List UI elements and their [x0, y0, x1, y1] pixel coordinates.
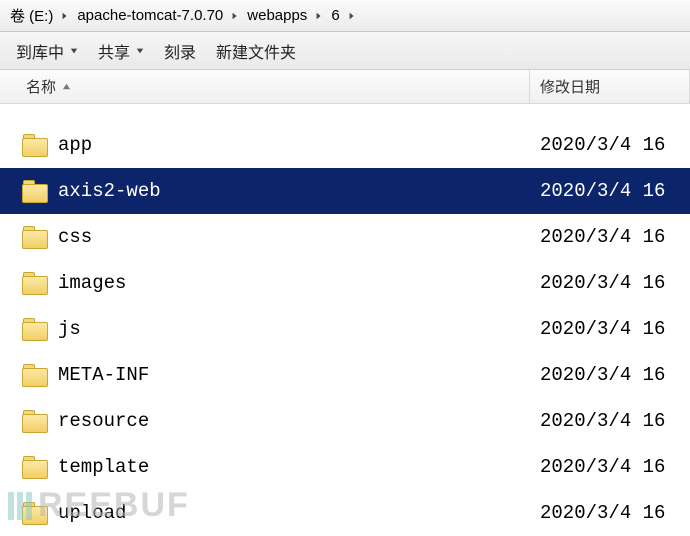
folder-icon	[22, 180, 48, 202]
file-row[interactable]: template 2020/3/4 16	[0, 444, 690, 490]
file-name-cell: css	[0, 226, 530, 248]
chevron-down-icon	[136, 42, 144, 60]
file-name: META-INF	[58, 364, 149, 386]
file-name-cell: upload	[0, 502, 530, 524]
file-name: resource	[58, 410, 149, 432]
folder-icon	[22, 318, 48, 340]
file-name: template	[58, 456, 149, 478]
column-header-name[interactable]: 名称	[0, 70, 530, 103]
folder-icon	[22, 410, 48, 432]
chevron-right-icon[interactable]	[227, 12, 243, 20]
column-label: 名称	[26, 76, 56, 97]
file-date-cell: 2020/3/4 16	[530, 134, 690, 156]
folder-icon	[22, 364, 48, 386]
file-name: upload	[58, 502, 126, 524]
file-date-cell: 2020/3/4 16	[530, 364, 690, 386]
file-name: axis2-web	[58, 180, 161, 202]
toolbar-label: 到库中	[16, 39, 64, 63]
file-row[interactable]: images 2020/3/4 16	[0, 260, 690, 306]
file-row[interactable]: resource 2020/3/4 16	[0, 398, 690, 444]
file-name-cell: axis2-web	[0, 180, 530, 202]
folder-icon	[22, 456, 48, 478]
file-date-cell: 2020/3/4 16	[530, 226, 690, 248]
file-name-cell: template	[0, 456, 530, 478]
folder-icon	[22, 272, 48, 294]
file-row[interactable]: app 2020/3/4 16	[0, 122, 690, 168]
file-name-cell: images	[0, 272, 530, 294]
burn-button[interactable]: 刻录	[154, 35, 206, 67]
file-date-cell: 2020/3/4 16	[530, 318, 690, 340]
file-date-cell: 2020/3/4 16	[530, 502, 690, 524]
folder-icon	[22, 502, 48, 524]
chevron-down-icon	[70, 42, 78, 60]
file-row[interactable]: css 2020/3/4 16	[0, 214, 690, 260]
sort-asc-icon	[62, 78, 71, 95]
breadcrumb-item[interactable]: webapps	[243, 7, 311, 24]
breadcrumb-item[interactable]: apache-tomcat-7.0.70	[73, 7, 227, 24]
file-name: js	[58, 318, 81, 340]
file-row[interactable]: axis2-web 2020/3/4 16	[0, 168, 690, 214]
file-date-cell: 2020/3/4 16	[530, 272, 690, 294]
folder-icon	[22, 134, 48, 156]
column-header-row: 名称 修改日期	[0, 70, 690, 104]
toolbar-label: 新建文件夹	[216, 39, 296, 63]
breadcrumb-item[interactable]: 卷 (E:)	[6, 5, 57, 26]
breadcrumb-item[interactable]: 6	[327, 7, 343, 24]
file-date-cell: 2020/3/4 16	[530, 410, 690, 432]
file-row[interactable]: upload 2020/3/4 16	[0, 490, 690, 536]
breadcrumb[interactable]: 卷 (E:) apache-tomcat-7.0.70 webapps 6	[0, 0, 690, 32]
file-name-cell: js	[0, 318, 530, 340]
toolbar: 到库中 共享 刻录 新建文件夹	[0, 32, 690, 70]
file-date-cell: 2020/3/4 16	[530, 180, 690, 202]
file-list: app 2020/3/4 16 axis2-web 2020/3/4 16 css 202…	[0, 122, 690, 536]
file-date-cell: 2020/3/4 16	[530, 456, 690, 478]
column-header-date[interactable]: 修改日期	[530, 70, 690, 103]
file-name-cell: app	[0, 134, 530, 156]
file-name: images	[58, 272, 126, 294]
chevron-right-icon[interactable]	[344, 12, 360, 20]
folder-icon	[22, 226, 48, 248]
toolbar-label: 刻录	[164, 39, 196, 63]
add-to-library-button[interactable]: 到库中	[6, 35, 88, 67]
file-row[interactable]: META-INF 2020/3/4 16	[0, 352, 690, 398]
share-button[interactable]: 共享	[88, 35, 154, 67]
chevron-right-icon[interactable]	[311, 12, 327, 20]
file-name-cell: resource	[0, 410, 530, 432]
file-name: css	[58, 226, 92, 248]
file-name: app	[58, 134, 92, 156]
file-name-cell: META-INF	[0, 364, 530, 386]
file-row[interactable]: js 2020/3/4 16	[0, 306, 690, 352]
toolbar-label: 共享	[98, 39, 130, 63]
column-label: 修改日期	[540, 76, 600, 97]
spacer	[0, 104, 690, 122]
new-folder-button[interactable]: 新建文件夹	[206, 35, 306, 67]
chevron-right-icon[interactable]	[57, 12, 73, 20]
